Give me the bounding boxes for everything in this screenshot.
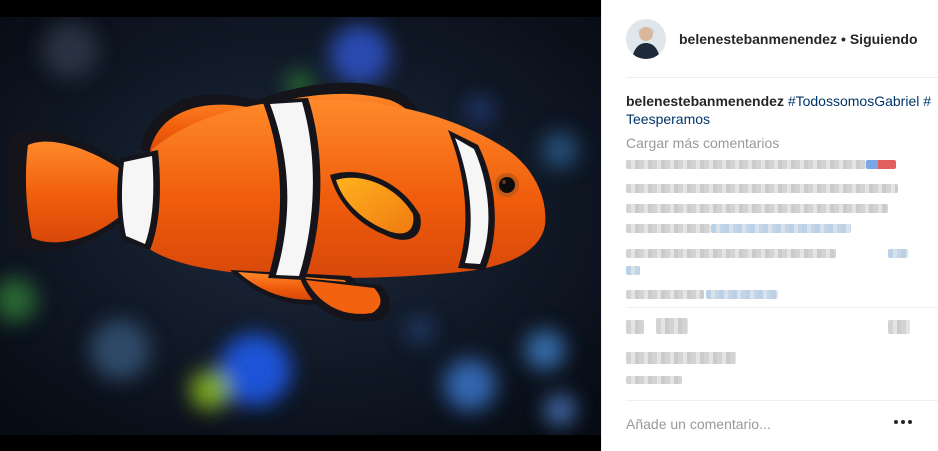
instagram-post: belenestebanmenendez • Siguiendo belenes…	[0, 0, 938, 451]
blurred-actions	[626, 314, 926, 394]
load-more-comments-link[interactable]: Cargar más comentarios	[626, 135, 779, 151]
blurred-comments	[626, 156, 926, 306]
separator-dot: •	[840, 31, 846, 47]
divider	[626, 77, 938, 78]
avatar[interactable]	[626, 19, 666, 59]
following-button[interactable]: Siguiendo	[850, 31, 918, 47]
hashtag-link[interactable]: #TodossomosGabriel	[788, 93, 920, 109]
clownfish-image	[0, 0, 601, 451]
post-caption: belenestebanmenendez #TodossomosGabriel …	[626, 92, 932, 128]
post-header: belenestebanmenendez • Siguiendo	[626, 17, 938, 61]
divider	[626, 307, 938, 308]
post-sidebar: belenestebanmenendez • Siguiendo belenes…	[601, 0, 938, 451]
post-photo[interactable]	[0, 0, 601, 451]
comment-input[interactable]	[626, 416, 866, 432]
username-link[interactable]: belenestebanmenendez	[679, 31, 837, 47]
caption-username[interactable]: belenestebanmenendez	[626, 93, 784, 109]
divider	[626, 400, 938, 401]
more-options-icon[interactable]	[894, 420, 912, 424]
avatar-image	[626, 19, 666, 59]
